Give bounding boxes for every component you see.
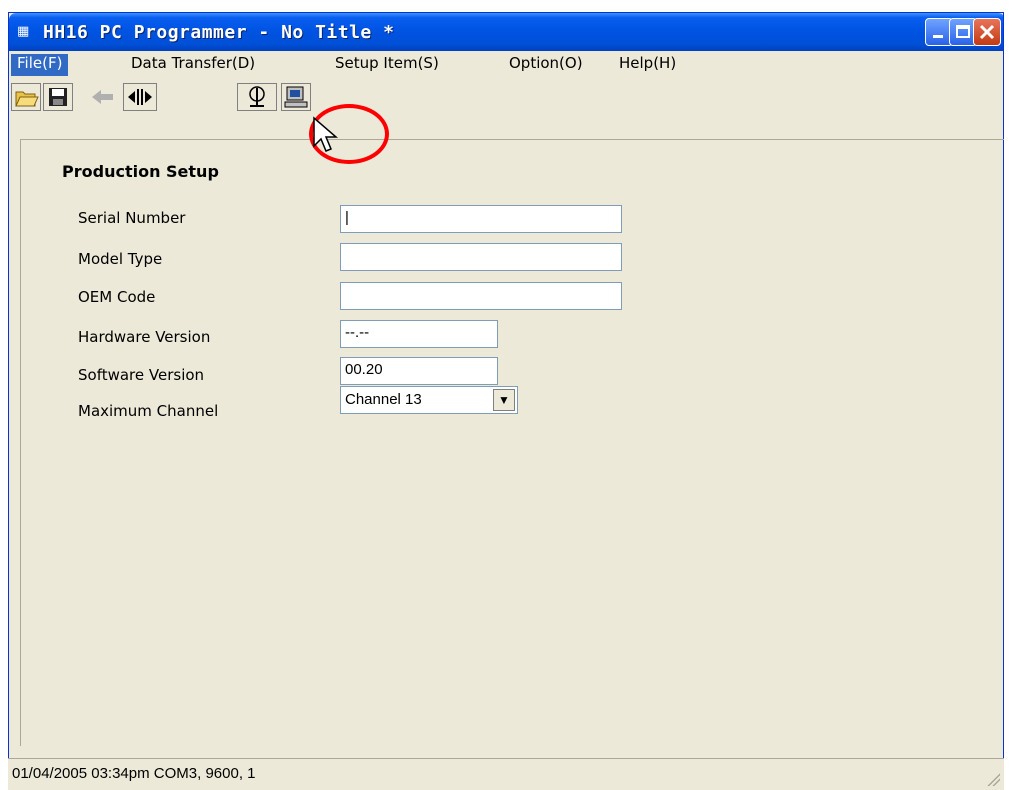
menu-bar: File(F) Data Transfer(D) Setup Item(S) O…: [9, 51, 1003, 77]
open-folder-icon: [15, 91, 39, 107]
antenna-icon: [249, 86, 265, 107]
model-type-input[interactable]: [340, 243, 622, 271]
computer-icon: [284, 86, 308, 108]
serial-number-input[interactable]: |: [340, 205, 622, 233]
connect-button[interactable]: [123, 83, 157, 111]
software-version-label: Software Version: [78, 366, 205, 384]
status-bar: 01/04/2005 03:34pm COM3, 9600, 1: [8, 758, 1004, 790]
oem-code-input[interactable]: [340, 282, 622, 310]
section-title: Production Setup: [62, 162, 219, 181]
window-title: HH16 PC Programmer - No Title *: [43, 22, 395, 43]
hardware-version-label: Hardware Version: [78, 328, 211, 346]
toolbar: [9, 77, 1003, 117]
software-version-input[interactable]: 00.20: [340, 357, 498, 385]
title-bar[interactable]: ▦ HH16 PC Programmer - No Title *: [9, 13, 1003, 51]
maximum-channel-value: Channel 13: [345, 391, 422, 408]
status-text: 01/04/2005 03:34pm COM3, 9600, 1: [12, 765, 256, 782]
connect-icon: [128, 89, 152, 105]
menu-data-transfer[interactable]: Data Transfer(D): [125, 54, 261, 76]
open-button[interactable]: [11, 83, 41, 111]
hardware-version-input[interactable]: --.--: [340, 320, 498, 348]
menu-help[interactable]: Help(H): [613, 54, 682, 76]
back-arrow-icon: [92, 90, 113, 104]
computer-button[interactable]: [281, 83, 311, 111]
chevron-down-icon[interactable]: ▼: [493, 389, 515, 411]
serial-number-label: Serial Number: [78, 209, 186, 227]
back-button[interactable]: [87, 83, 119, 111]
menu-option[interactable]: Option(O): [503, 54, 589, 76]
close-icon: [979, 24, 995, 40]
maximum-channel-label: Maximum Channel: [78, 402, 219, 420]
save-button[interactable]: [43, 83, 73, 111]
model-type-label: Model Type: [78, 250, 163, 268]
oem-code-label: OEM Code: [78, 288, 156, 306]
mouse-cursor-icon: [313, 116, 339, 152]
maximum-channel-select[interactable]: Channel 13 ▼: [340, 386, 518, 414]
antenna-button[interactable]: [237, 83, 277, 111]
menu-file[interactable]: File(F): [11, 54, 69, 76]
close-button[interactable]: [973, 18, 1001, 46]
save-icon: [49, 88, 67, 106]
resize-grip-icon[interactable]: [984, 770, 1000, 786]
app-icon: ▦: [17, 24, 30, 39]
menu-setup-item[interactable]: Setup Item(S): [329, 54, 445, 76]
